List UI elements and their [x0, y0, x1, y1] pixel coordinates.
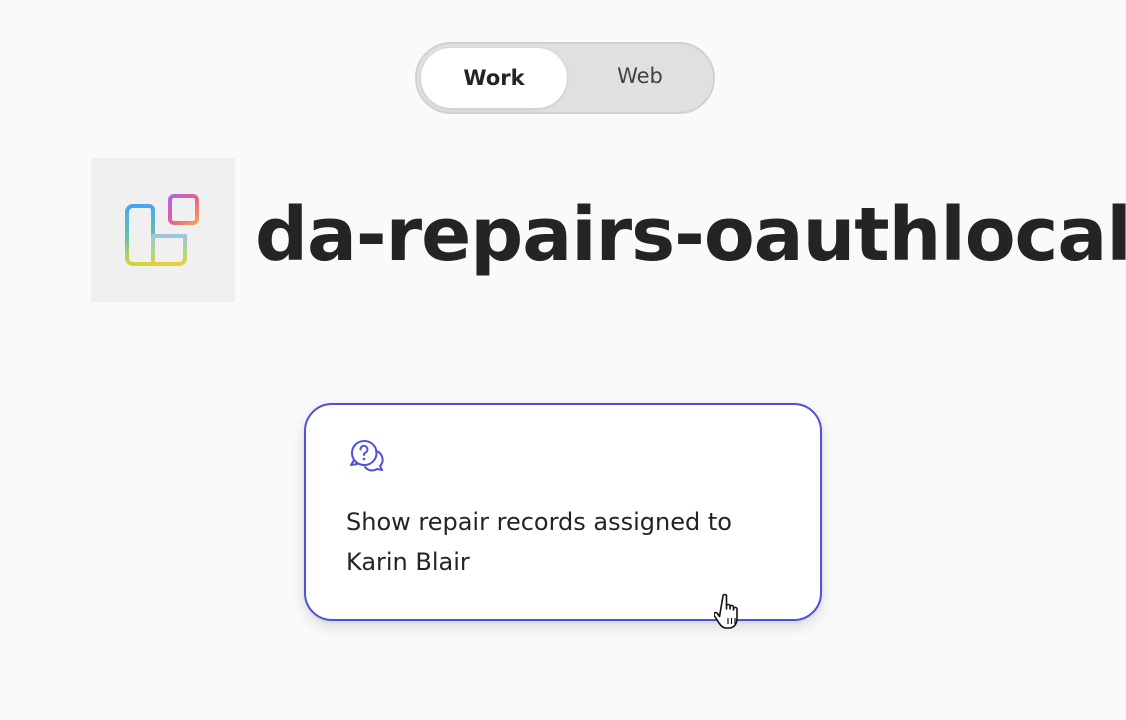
page-title: da-repairs-oauthlocal: [255, 192, 1126, 278]
toggle-option-web-label: Web: [617, 64, 663, 88]
prompt-suggestion-text: Show repair records assigned to Karin Bl…: [346, 508, 732, 576]
chat-question-icon: [350, 439, 384, 472]
app-grid-icon: [91, 158, 235, 302]
page: Work Web da-repairs-oauthlocal Show repa…: [0, 0, 1126, 720]
hand-pointer-cursor-icon: [714, 593, 738, 629]
toggle-option-work[interactable]: Work: [421, 48, 567, 108]
toggle-option-work-label: Work: [463, 66, 525, 90]
work-web-toggle[interactable]: Work Web: [415, 42, 715, 114]
toggle-option-web[interactable]: Web: [567, 46, 713, 106]
prompt-suggestion-card[interactable]: Show repair records assigned to Karin Bl…: [304, 403, 822, 621]
